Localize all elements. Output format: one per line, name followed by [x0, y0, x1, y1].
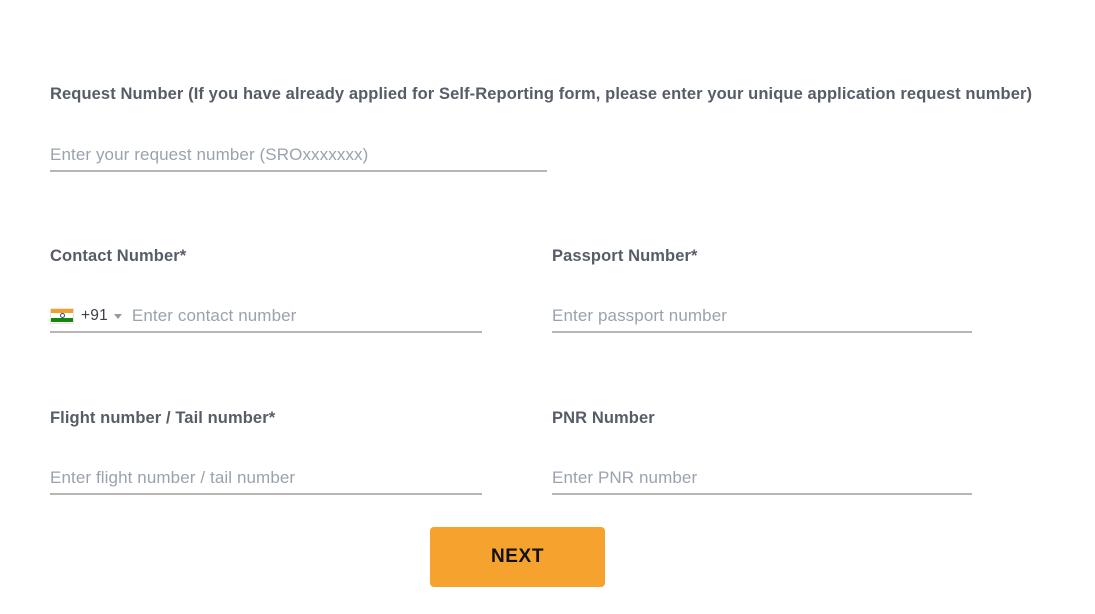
field-flight-number: Flight number / Tail number* Enter fligh… [50, 408, 482, 495]
flight-number-input-wrap[interactable]: Enter flight number / tail number [50, 463, 482, 495]
next-button[interactable]: NEXT [430, 527, 605, 587]
contact-number-input-wrap[interactable]: +91 Enter contact number [50, 301, 482, 333]
india-flag-icon [50, 307, 74, 324]
request-number-input-wrap[interactable]: Enter your request number (SROxxxxxxx) [50, 140, 547, 172]
field-contact-number: Contact Number* +91 Enter contact number [50, 246, 482, 333]
label-contact-number: Contact Number* [50, 246, 482, 266]
label-passport-number: Passport Number* [552, 246, 972, 266]
dial-code-label: +91 [81, 306, 108, 324]
contact-number-placeholder: Enter contact number [131, 306, 297, 325]
field-passport-number: Passport Number* Enter passport number [552, 246, 972, 333]
request-number-placeholder: Enter your request number (SROxxxxxxx) [50, 145, 369, 164]
passport-number-input-wrap[interactable]: Enter passport number [552, 301, 972, 333]
label-passport-number-text: Passport Number [552, 247, 692, 265]
chevron-down-icon [113, 313, 122, 319]
label-pnr-number: PNR Number [552, 408, 972, 428]
field-request-number: Request Number (If you have already appl… [50, 84, 1080, 172]
label-pnr-number-text: PNR Number [552, 409, 655, 427]
passport-number-placeholder: Enter passport number [552, 306, 728, 325]
pnr-number-input-wrap[interactable]: Enter PNR number [552, 463, 972, 495]
field-pnr-number: PNR Number Enter PNR number [552, 408, 972, 495]
label-contact-number-text: Contact Number [50, 247, 180, 265]
flight-number-placeholder: Enter flight number / tail number [50, 468, 296, 487]
required-asterisk: * [691, 247, 698, 265]
pnr-number-placeholder: Enter PNR number [552, 468, 698, 487]
label-flight-number: Flight number / Tail number* [50, 408, 482, 428]
required-asterisk: * [179, 247, 187, 265]
label-request-number: Request Number (If you have already appl… [50, 85, 1033, 103]
country-code-select[interactable]: +91 [50, 307, 122, 326]
label-flight-number-text: Flight number / Tail number [50, 409, 269, 427]
self-reporting-form: Request Number (If you have already appl… [0, 0, 1095, 614]
required-asterisk: * [268, 409, 276, 427]
